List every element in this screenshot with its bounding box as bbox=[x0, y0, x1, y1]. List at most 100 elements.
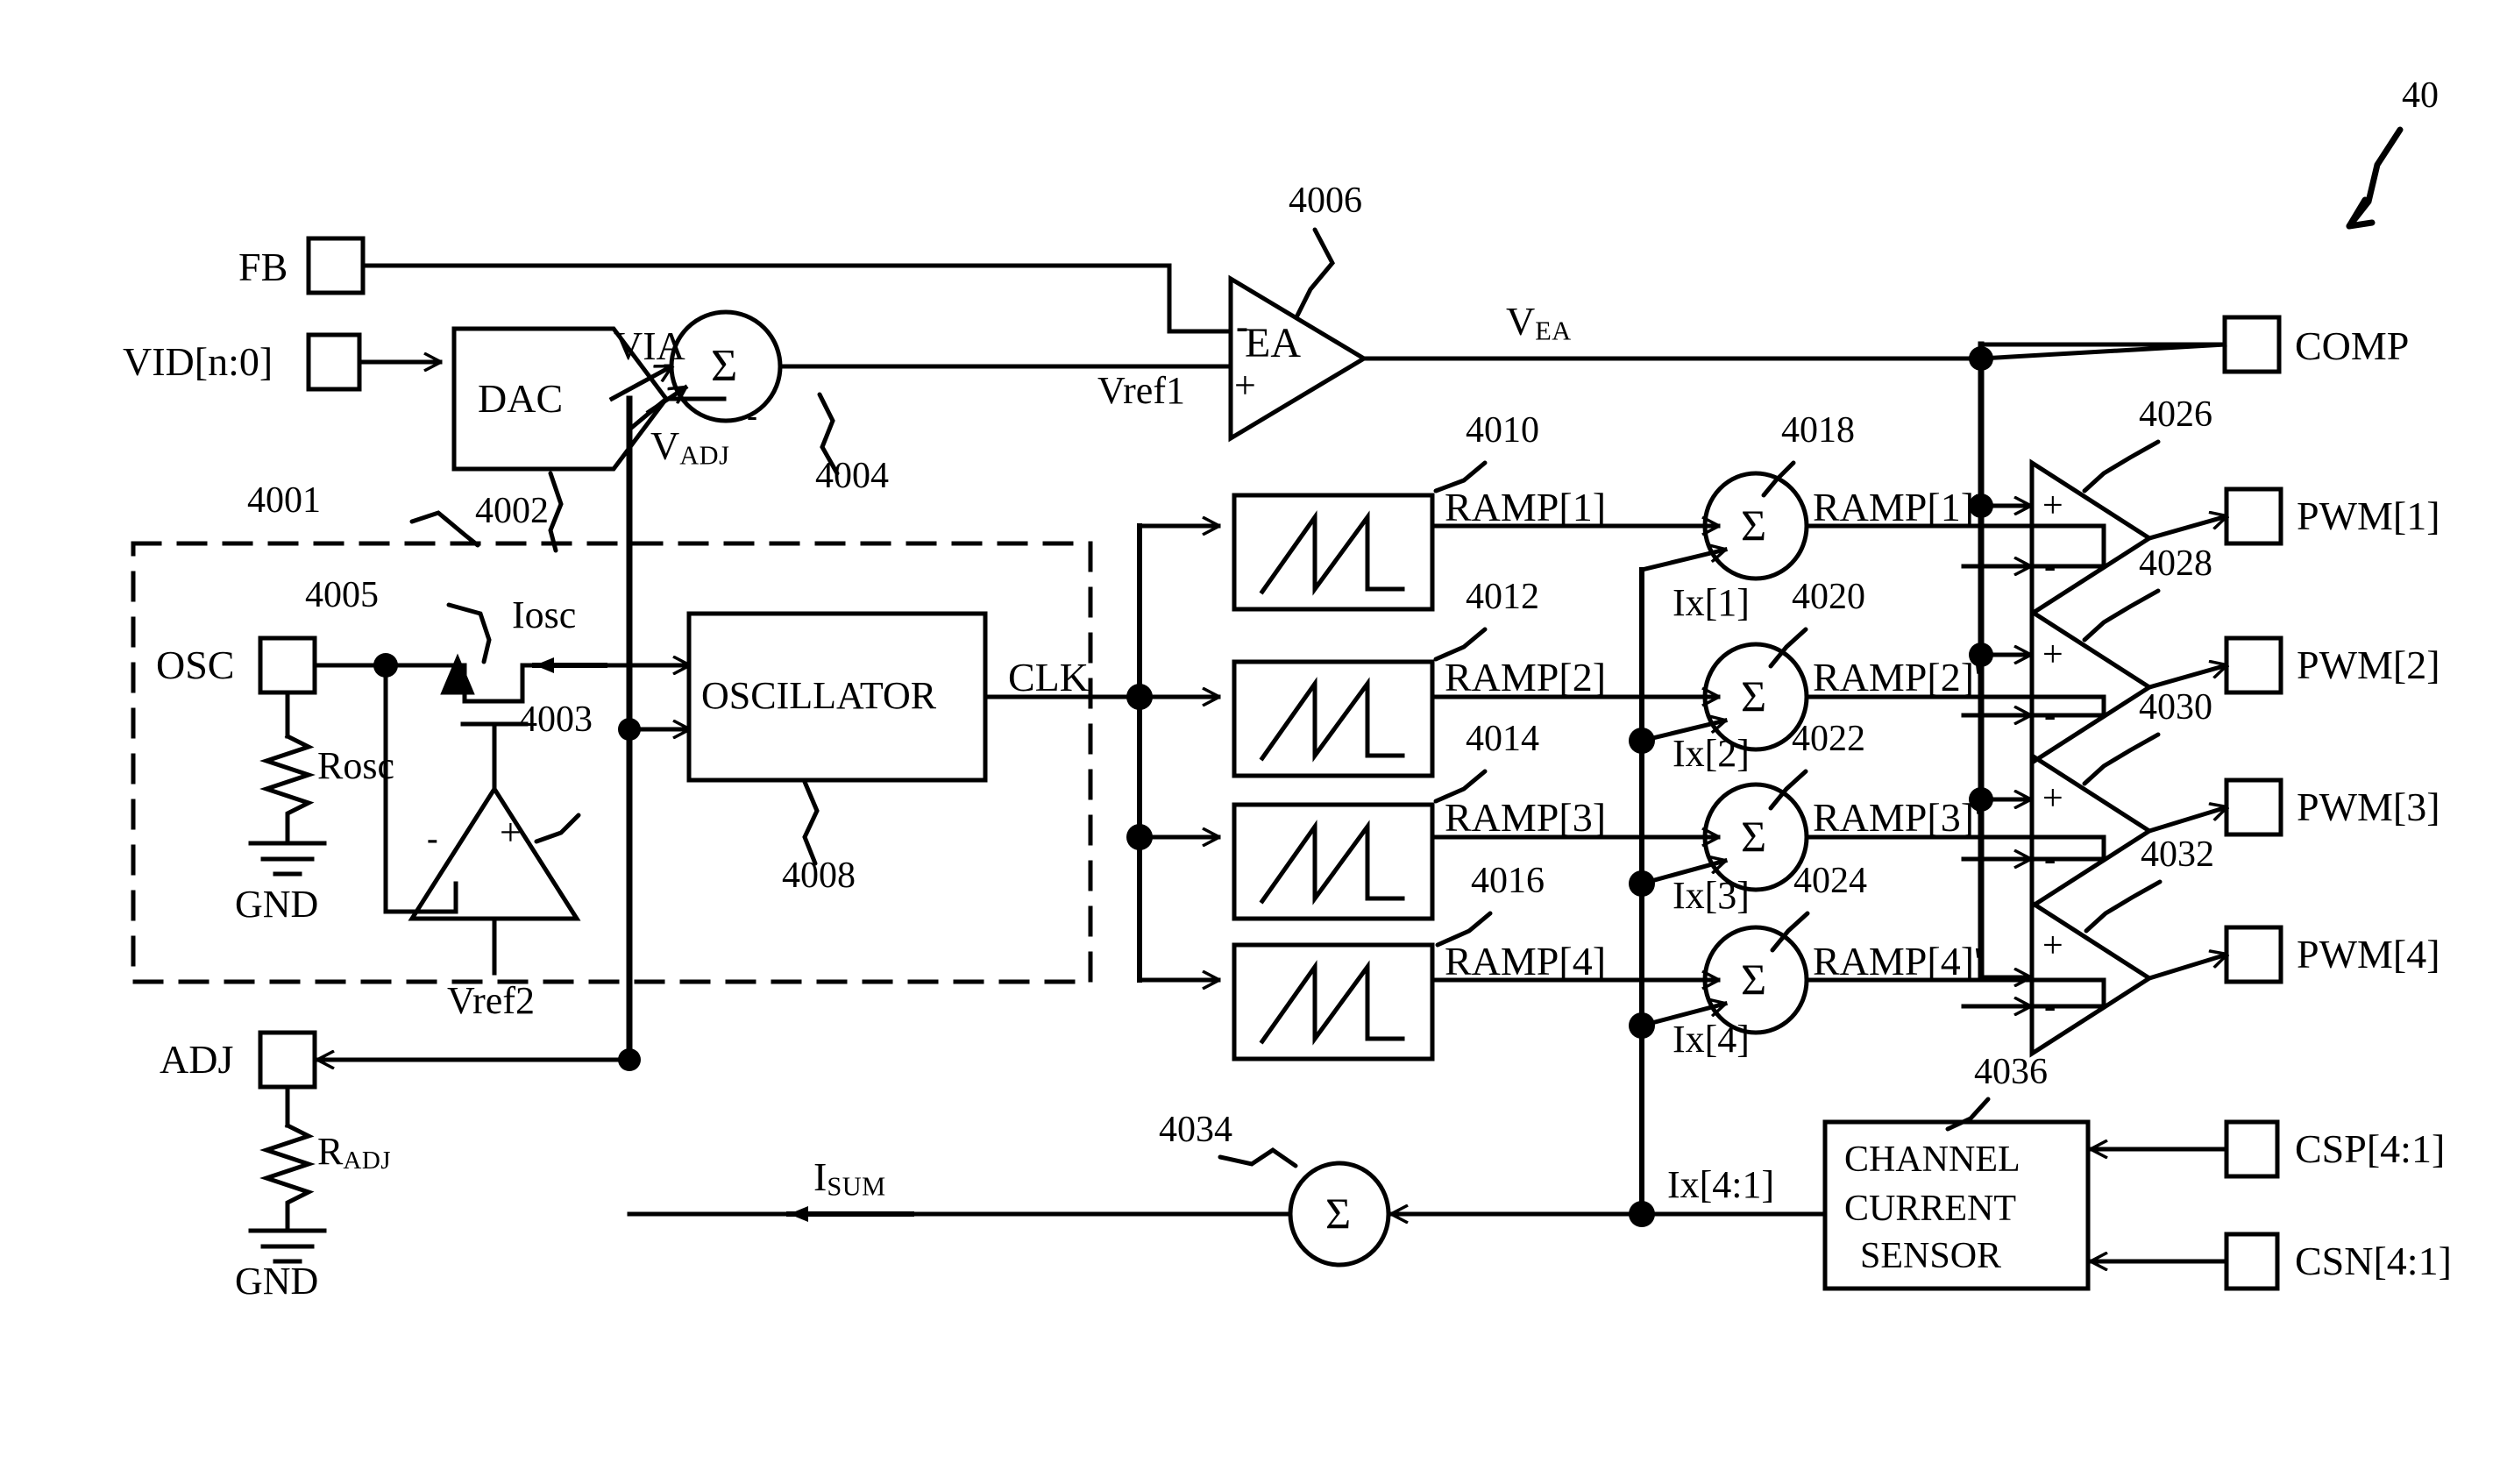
signal-label-ix2: Ix[2] bbox=[1673, 732, 1750, 775]
signal-label-ramp2p: RAMP[2]' bbox=[1813, 655, 1982, 699]
block-label-ccs-line3: SENSOR bbox=[1860, 1236, 2002, 1276]
ref-4028: 4028 bbox=[2139, 543, 2212, 584]
signal-label-vadj: VADJ bbox=[650, 423, 730, 471]
ref-4030: 4030 bbox=[2139, 687, 2212, 728]
ea-minus-sign: - bbox=[1236, 307, 1248, 347]
pad-label-osc: OSC bbox=[156, 643, 235, 687]
wire-cmp1-out bbox=[2146, 516, 2226, 542]
ref-4001: 4001 bbox=[247, 480, 321, 521]
wire-cmp2-out bbox=[2146, 665, 2226, 691]
sigma-4034: Σ bbox=[1325, 1189, 1352, 1238]
signal-label-rosc: Rosc bbox=[317, 744, 394, 787]
signal-label-vea: VEA bbox=[1506, 299, 1572, 346]
signal-label-ix3: Ix[3] bbox=[1673, 874, 1750, 917]
pad-label-comp: COMP bbox=[2295, 323, 2410, 368]
ref-4002: 4002 bbox=[475, 491, 549, 531]
signal-label-gnd-osc: GND bbox=[235, 883, 319, 926]
diagram-canvas bbox=[131, 236, 2283, 1291]
signal-label-iosc: Iosc bbox=[512, 593, 577, 636]
signal-label-ix4: Ix[4] bbox=[1673, 1018, 1750, 1061]
pad-osc bbox=[258, 635, 317, 695]
ref-4018: 4018 bbox=[1781, 410, 1855, 451]
ref-4020: 4020 bbox=[1792, 577, 1865, 617]
block-label-ea: EA bbox=[1245, 320, 1301, 366]
pad-pwm2 bbox=[2224, 635, 2283, 695]
signal-label-ixbus: Ix[4:1] bbox=[1667, 1163, 1775, 1206]
pad-label-vid: VID[n:0] bbox=[123, 339, 273, 384]
pad-pwm1 bbox=[2224, 486, 2283, 546]
signal-label-ix1: Ix[1] bbox=[1673, 581, 1750, 624]
pad-pwm3 bbox=[2224, 778, 2283, 837]
signal-label-clk: CLK bbox=[1008, 655, 1089, 699]
signal-label-ramp3p: RAMP[3]' bbox=[1813, 795, 1982, 840]
ref-4026: 4026 bbox=[2139, 394, 2212, 435]
block-label-ccs-line2: CURRENT bbox=[1844, 1189, 2017, 1229]
patent-block-diagram: 40 FB VID[n:0] COMP OSC ADJ PWM[1] PWM[2… bbox=[0, 0, 2507, 1484]
ref-4024: 4024 bbox=[1793, 861, 1867, 901]
ref-4034: 4034 bbox=[1159, 1110, 1232, 1150]
figure-reference: 40 bbox=[2402, 75, 2439, 116]
ref-4032: 4032 bbox=[2141, 834, 2214, 875]
pad-csn bbox=[2224, 1232, 2280, 1291]
cmp4026-minus-sign: - bbox=[2044, 546, 2056, 586]
signal-label-ramp3: RAMP[3] bbox=[1445, 795, 1607, 840]
cmp4030-plus-sign: + bbox=[2042, 778, 2063, 819]
pad-label-csn: CSN[4:1] bbox=[2295, 1239, 2452, 1283]
ea-plus-sign: + bbox=[1234, 364, 1256, 407]
cmp4030-minus-sign: - bbox=[2044, 839, 2056, 878]
ref-4008: 4008 bbox=[782, 856, 856, 896]
sigma-4024: Σ bbox=[1741, 955, 1767, 1004]
pad-vid bbox=[306, 332, 362, 392]
signal-label-radj: RADJ bbox=[317, 1130, 392, 1175]
cmp4032-minus-sign: - bbox=[2044, 986, 2056, 1026]
ref-4010: 4010 bbox=[1466, 410, 1539, 451]
ref-4016: 4016 bbox=[1471, 861, 1545, 901]
pad-label-adj: ADJ bbox=[160, 1037, 234, 1082]
ref-4004: 4004 bbox=[815, 456, 889, 496]
wire-r3p-down bbox=[2028, 834, 2106, 862]
opamp4003-plus-sign: + bbox=[500, 811, 522, 854]
ref-4005: 4005 bbox=[305, 575, 379, 615]
signal-label-ramp4: RAMP[4] bbox=[1445, 939, 1607, 983]
wire-r2p-down bbox=[2028, 694, 2106, 718]
wave-4014 bbox=[1259, 820, 1405, 905]
sigma-4018: Σ bbox=[1741, 501, 1767, 550]
pad-comp bbox=[2222, 315, 2282, 374]
signal-label-ramp1: RAMP[1] bbox=[1445, 485, 1607, 529]
ref-4014: 4014 bbox=[1466, 719, 1539, 759]
cmp4028-plus-sign: + bbox=[2042, 635, 2063, 675]
wire-r4p-down bbox=[2028, 977, 2106, 1009]
sigma-4022: Σ bbox=[1741, 812, 1767, 861]
pad-csp bbox=[2224, 1119, 2280, 1179]
pad-label-csp: CSP[4:1] bbox=[2295, 1126, 2446, 1171]
signal-label-vref1: Vref1 bbox=[1097, 369, 1185, 412]
pad-adj bbox=[258, 1030, 317, 1090]
ref-4006: 4006 bbox=[1289, 181, 1362, 221]
sum4004-minus-sign: - bbox=[747, 398, 757, 433]
wave-4010 bbox=[1259, 510, 1405, 596]
ref-4003: 4003 bbox=[519, 699, 593, 740]
pad-label-fb: FB bbox=[238, 245, 288, 289]
signal-label-ramp1p: RAMP[1]' bbox=[1813, 485, 1982, 529]
cmp4028-minus-sign: - bbox=[2044, 695, 2056, 735]
wire-cmp4-out bbox=[2146, 955, 2226, 982]
sigma-4004: Σ bbox=[711, 341, 738, 391]
block-label-oscillator: OSCILLATOR bbox=[701, 674, 937, 717]
pad-pwm4 bbox=[2224, 925, 2283, 984]
block-label-dac: DAC bbox=[478, 376, 564, 421]
pad-label-pwm4: PWM[4] bbox=[2297, 932, 2440, 976]
wave-4016 bbox=[1259, 960, 1405, 1046]
signal-label-ramp2: RAMP[2] bbox=[1445, 655, 1607, 699]
ref-4012: 4012 bbox=[1466, 577, 1539, 617]
wave-4012 bbox=[1259, 677, 1405, 763]
wire-fb-to-ea bbox=[360, 263, 1233, 334]
pad-label-pwm1: PWM[1] bbox=[2297, 493, 2440, 538]
signal-label-vref2: Vref2 bbox=[447, 979, 535, 1022]
sigma-4020: Σ bbox=[1741, 671, 1767, 721]
wire-cmp3-out bbox=[2146, 807, 2226, 834]
signal-label-isum: ISUM bbox=[813, 1154, 886, 1202]
resistor-rosc bbox=[259, 733, 316, 846]
wire-r1p-down bbox=[2028, 523, 2106, 569]
signal-label-ramp4p: RAMP[4]' bbox=[1813, 939, 1982, 983]
signal-label-gnd-adj: GND bbox=[235, 1260, 319, 1303]
